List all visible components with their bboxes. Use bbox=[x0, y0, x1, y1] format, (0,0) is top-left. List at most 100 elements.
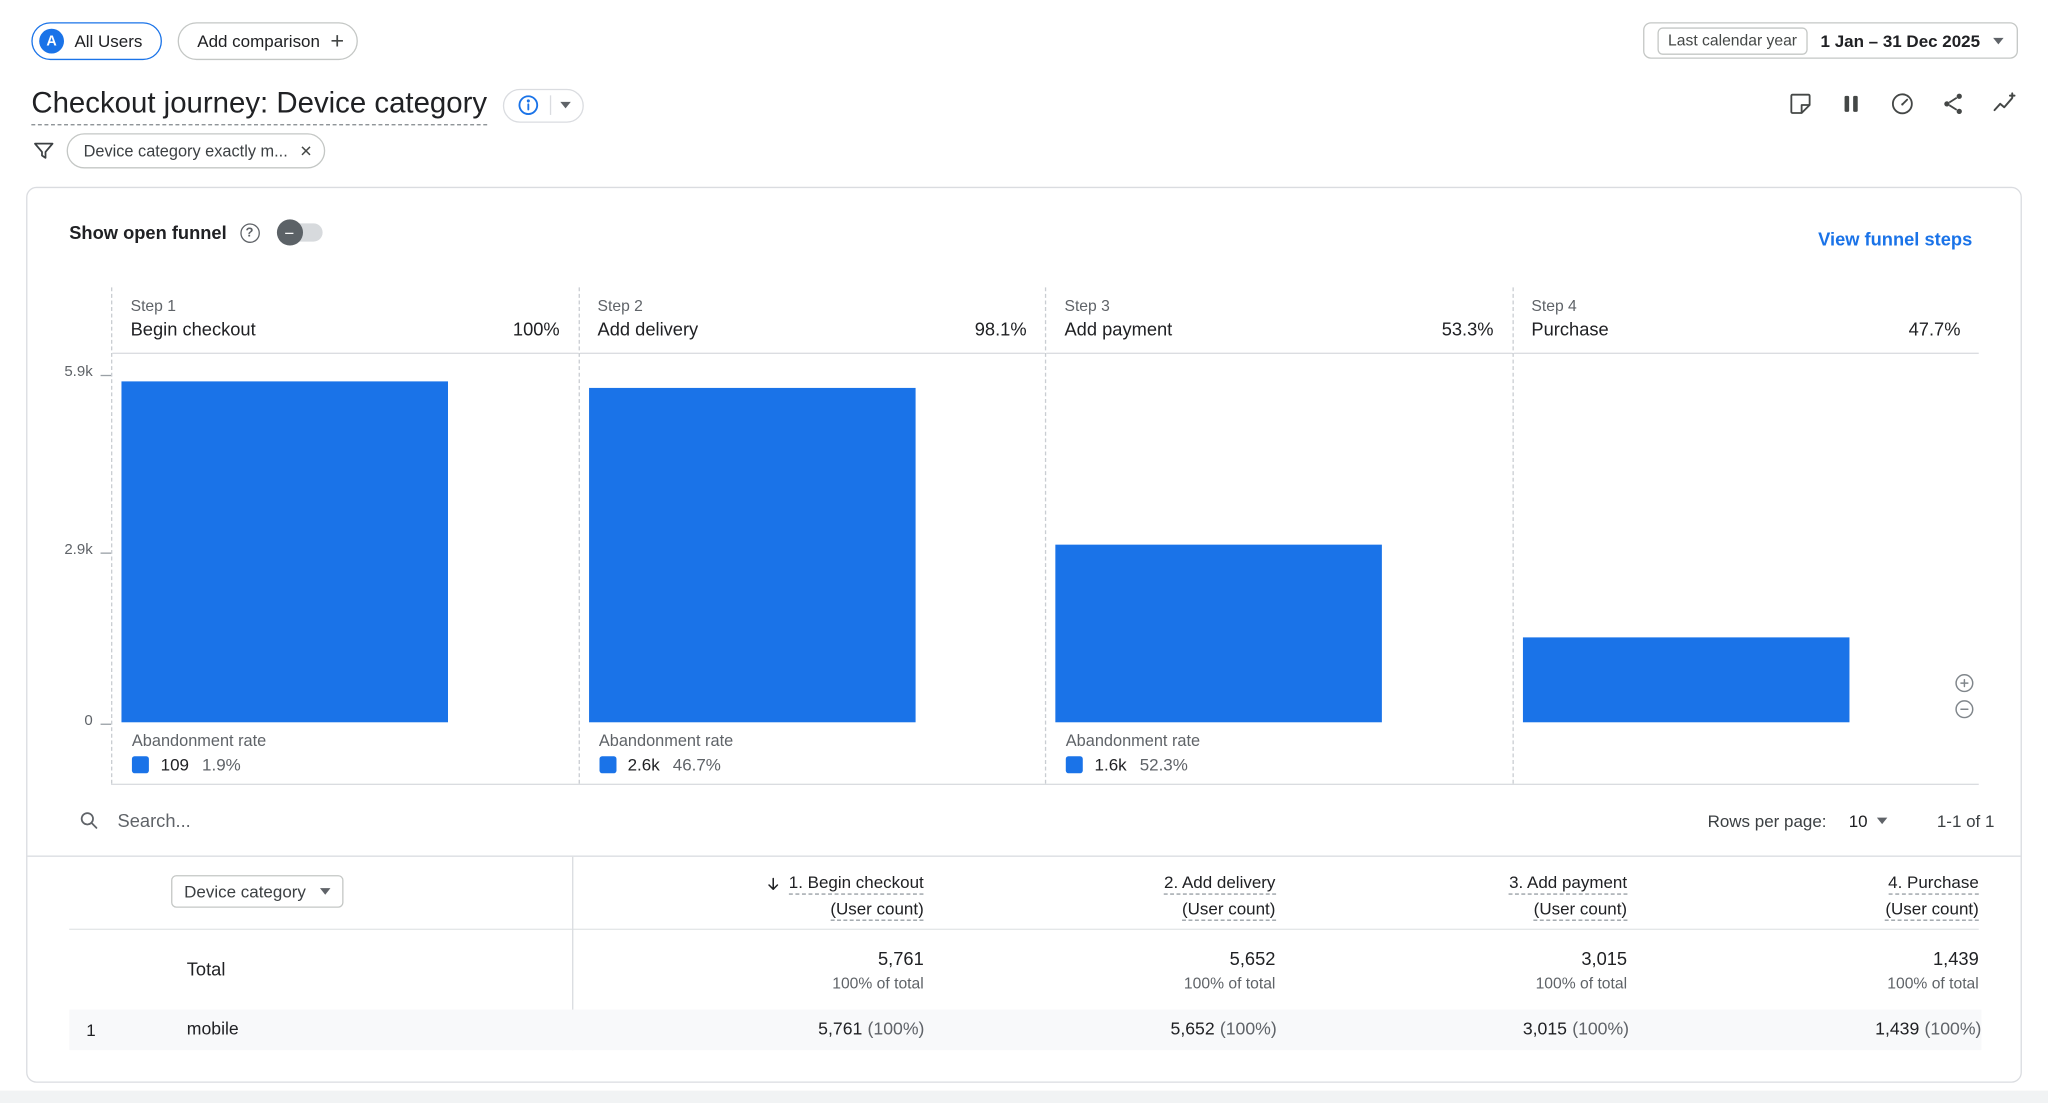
funnel-bar-step-1[interactable] bbox=[121, 382, 448, 723]
toggle-knob-minus-icon: − bbox=[276, 219, 302, 245]
add-comparison-label: Add comparison bbox=[197, 31, 320, 51]
abandonment-block: Abandonment rate 109 1.9% bbox=[112, 722, 578, 783]
abandonment-value: 2.6k bbox=[628, 755, 660, 775]
abandonment-label: Abandonment rate bbox=[132, 732, 578, 750]
info-icon[interactable] bbox=[516, 93, 541, 118]
legend-swatch bbox=[599, 756, 616, 773]
pagination-controls: Rows per page: 10 1-1 of 1 bbox=[1708, 810, 2021, 830]
chevron-down-icon bbox=[1993, 37, 2003, 44]
total-value: 5,652 bbox=[924, 948, 1276, 969]
y-axis: 5.9k 2.9k 0 bbox=[27, 287, 111, 785]
header-toolbar bbox=[1785, 89, 2017, 118]
rows-per-page-label: Rows per page: bbox=[1708, 810, 1827, 830]
dimension-selector[interactable]: Device category bbox=[171, 875, 344, 908]
help-icon[interactable]: ? bbox=[240, 223, 260, 243]
column-header-add-payment[interactable]: 3. Add payment (User count) bbox=[1275, 872, 1627, 920]
funnel-grid: Step 1 Begin checkout 100% Abandonment r… bbox=[111, 287, 1979, 785]
funnel-step-column-4: Step 4 Purchase 47.7% bbox=[1512, 287, 1979, 783]
cell-value: 5,652 bbox=[1171, 1019, 1215, 1039]
sort-desc-icon bbox=[764, 874, 782, 892]
abandonment-block: Abandonment rate 2.6k 46.7% bbox=[579, 722, 1045, 783]
column-header-begin-checkout[interactable]: 1. Begin checkout (User count) bbox=[572, 872, 924, 920]
table-row[interactable]: 1 mobile 5,761(100%) 5,652(100%) 3,015(1… bbox=[69, 1010, 1981, 1050]
step-name: Add payment bbox=[1064, 319, 1172, 340]
date-range-selector[interactable]: Last calendar year 1 Jan – 31 Dec 2025 bbox=[1643, 22, 2018, 59]
funnel-step-column-1: Step 1 Begin checkout 100% Abandonment r… bbox=[111, 287, 578, 783]
column-header-add-delivery[interactable]: 2. Add delivery (User count) bbox=[924, 872, 1276, 920]
view-funnel-steps-link[interactable]: View funnel steps bbox=[1818, 229, 1972, 250]
abandonment-block: Abandonment rate 1.6k 52.3% bbox=[1046, 722, 1512, 783]
insights-icon[interactable] bbox=[1989, 89, 2018, 118]
rows-per-page-select[interactable]: 10 bbox=[1849, 810, 1887, 830]
abandonment-rate: 1.9% bbox=[202, 755, 241, 775]
step-completion-rate: 98.1% bbox=[975, 319, 1027, 340]
row-index: 1 bbox=[86, 1020, 95, 1040]
y-tick-label: 0 bbox=[27, 713, 92, 729]
cell-value: 1,439 bbox=[1875, 1019, 1919, 1039]
segment-chip-all-users[interactable]: A All Users bbox=[31, 22, 162, 60]
show-open-funnel-label: Show open funnel bbox=[69, 222, 226, 243]
close-icon[interactable]: ✕ bbox=[300, 142, 313, 160]
open-funnel-controls: Show open funnel ? − bbox=[69, 222, 322, 243]
row-cell: 3,015(100%) bbox=[1277, 1019, 1629, 1039]
step-header: Step 3 Add payment 53.3% bbox=[1046, 287, 1512, 353]
step-number: Step 3 bbox=[1064, 296, 1493, 314]
abandonment-value: 1.6k bbox=[1095, 755, 1127, 775]
funnel-step-column-2: Step 2 Add delivery 98.1% Abandonment ra… bbox=[578, 287, 1045, 783]
step-completion-rate: 47.7% bbox=[1909, 319, 1961, 340]
filter-row: Device category exactly m... ✕ bbox=[31, 133, 325, 168]
step-number: Step 1 bbox=[131, 296, 560, 314]
step-name: Begin checkout bbox=[131, 319, 256, 340]
cell-share: (100%) bbox=[1220, 1019, 1277, 1039]
gauge-icon[interactable] bbox=[1887, 89, 1916, 118]
open-funnel-toggle[interactable]: − bbox=[280, 223, 322, 241]
total-value: 3,015 bbox=[1275, 948, 1627, 969]
share-icon[interactable] bbox=[1938, 89, 1967, 118]
add-comparison-button[interactable]: Add comparison + bbox=[178, 22, 359, 60]
chevron-down-icon bbox=[1877, 817, 1887, 824]
step-name: Purchase bbox=[1531, 319, 1608, 340]
column-header-purchase[interactable]: 4. Purchase (User count) bbox=[1627, 872, 1979, 920]
row-dimension-value: mobile bbox=[187, 1019, 239, 1039]
step-header: Step 4 Purchase 47.7% bbox=[1513, 287, 1979, 353]
search-input[interactable] bbox=[118, 810, 667, 831]
step-header: Step 2 Add delivery 98.1% bbox=[579, 287, 1045, 353]
funnel-exploration-card: Show open funnel ? − View funnel steps 5… bbox=[26, 187, 2022, 1083]
chevron-down-icon[interactable] bbox=[560, 102, 570, 109]
step-number: Step 4 bbox=[1531, 296, 1960, 314]
row-cell: 5,761(100%) bbox=[572, 1019, 924, 1039]
abandonment-value: 109 bbox=[161, 755, 189, 775]
total-label: Total bbox=[187, 959, 226, 980]
step-name: Add delivery bbox=[598, 319, 699, 340]
title-info-control[interactable] bbox=[503, 89, 584, 123]
filter-chip[interactable]: Device category exactly m... ✕ bbox=[67, 133, 326, 168]
dimension-selector-label: Device category bbox=[184, 882, 306, 902]
step-completion-rate: 100% bbox=[513, 319, 560, 340]
row-cell: 5,652(100%) bbox=[924, 1019, 1276, 1039]
divider bbox=[550, 96, 551, 116]
funnel-bar-step-4[interactable] bbox=[1522, 638, 1849, 723]
cell-share: (100%) bbox=[1925, 1019, 1982, 1039]
note-icon[interactable] bbox=[1785, 89, 1814, 118]
funnel-bar-step-3[interactable] bbox=[1055, 545, 1382, 723]
total-value: 5,761 bbox=[572, 948, 924, 969]
cell-value: 3,015 bbox=[1523, 1019, 1567, 1039]
funnel-step-column-3: Step 3 Add payment 53.3% Abandonment rat… bbox=[1045, 287, 1512, 783]
legend-swatch bbox=[1066, 756, 1083, 773]
zoom-controls bbox=[1953, 671, 1977, 721]
step-plot-area bbox=[1513, 354, 1979, 723]
funnel-bar-step-2[interactable] bbox=[588, 388, 915, 722]
legend-swatch bbox=[132, 756, 149, 773]
page-title[interactable]: Checkout journey: Device category bbox=[31, 86, 487, 125]
total-cell: 3,015 100% of total bbox=[1275, 948, 1627, 992]
zoom-in-icon[interactable] bbox=[1953, 671, 1977, 695]
total-share: 100% of total bbox=[572, 974, 924, 992]
total-share: 100% of total bbox=[924, 974, 1276, 992]
total-cell: 1,439 100% of total bbox=[1627, 948, 1979, 992]
page-bottom-strip bbox=[0, 1091, 2048, 1103]
zoom-out-icon[interactable] bbox=[1953, 697, 1977, 721]
table-toolbar: Rows per page: 10 1-1 of 1 bbox=[27, 785, 2020, 857]
funnel-viz-icon[interactable] bbox=[1836, 89, 1865, 118]
y-tick-label: 2.9k bbox=[27, 542, 92, 558]
step-plot-area bbox=[579, 354, 1045, 723]
